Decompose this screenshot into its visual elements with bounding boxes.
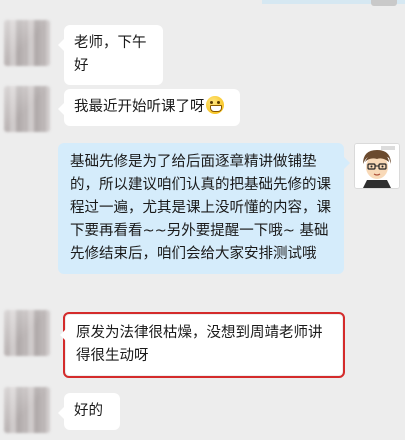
grin-emoji-icon <box>205 96 224 114</box>
previous-avatar-edge <box>371 0 397 6</box>
message-text: 基础先修是为了给后面逐章精讲做铺垫的，所以建议咱们认真的把基础先修的课程过一遍，… <box>70 154 331 262</box>
message-text: 老师，下午好 <box>74 35 147 74</box>
message-bubble[interactable]: 我最近开始听课了呀 <box>58 89 240 126</box>
message-text: 好的 <box>74 403 103 419</box>
teacher-cartoon-icon <box>355 144 399 188</box>
message-text: 原发为法律很枯燥，没想到周靖老师讲得很生动呀 <box>76 325 323 364</box>
teacher-avatar[interactable] <box>354 143 400 189</box>
contact-avatar[interactable] <box>4 310 50 356</box>
contact-avatar[interactable] <box>4 20 50 66</box>
message-bubble[interactable]: 老师，下午好 <box>58 25 163 85</box>
message-bubble-highlighted[interactable]: 原发为法律很枯燥，没想到周靖老师讲得很生动呀 <box>60 312 345 378</box>
contact-avatar[interactable] <box>4 387 50 433</box>
message-bubble[interactable]: 基础先修是为了给后面逐章精讲做铺垫的，所以建议咱们认真的把基础先修的课程过一遍，… <box>58 143 350 274</box>
contact-avatar[interactable] <box>4 86 50 132</box>
message-bubble[interactable]: 好的 <box>58 393 120 430</box>
message-text: 我最近开始听课了呀 <box>74 99 205 115</box>
